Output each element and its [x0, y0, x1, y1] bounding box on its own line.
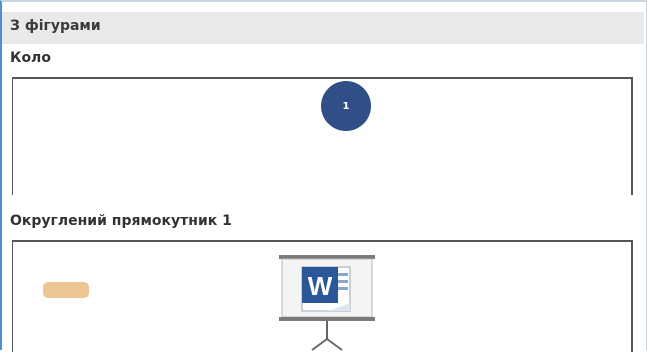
rounded-rectangle-shape[interactable]: [43, 282, 89, 298]
section-label-rounded-rectangle: Округлений прямокутник 1: [10, 213, 232, 229]
group-header: З фігурами: [2, 12, 644, 44]
circle-preview-box: 1: [12, 77, 633, 195]
section-label-circle: Коло: [10, 50, 51, 66]
circle-shape-text: 1: [342, 100, 350, 112]
word-presentation-icon: W: [278, 255, 376, 355]
circle-shape[interactable]: 1: [321, 81, 371, 131]
group-title: З фігурами: [10, 18, 101, 34]
svg-text:W: W: [308, 271, 333, 301]
rounded-rectangle-preview-box: W: [12, 240, 633, 352]
